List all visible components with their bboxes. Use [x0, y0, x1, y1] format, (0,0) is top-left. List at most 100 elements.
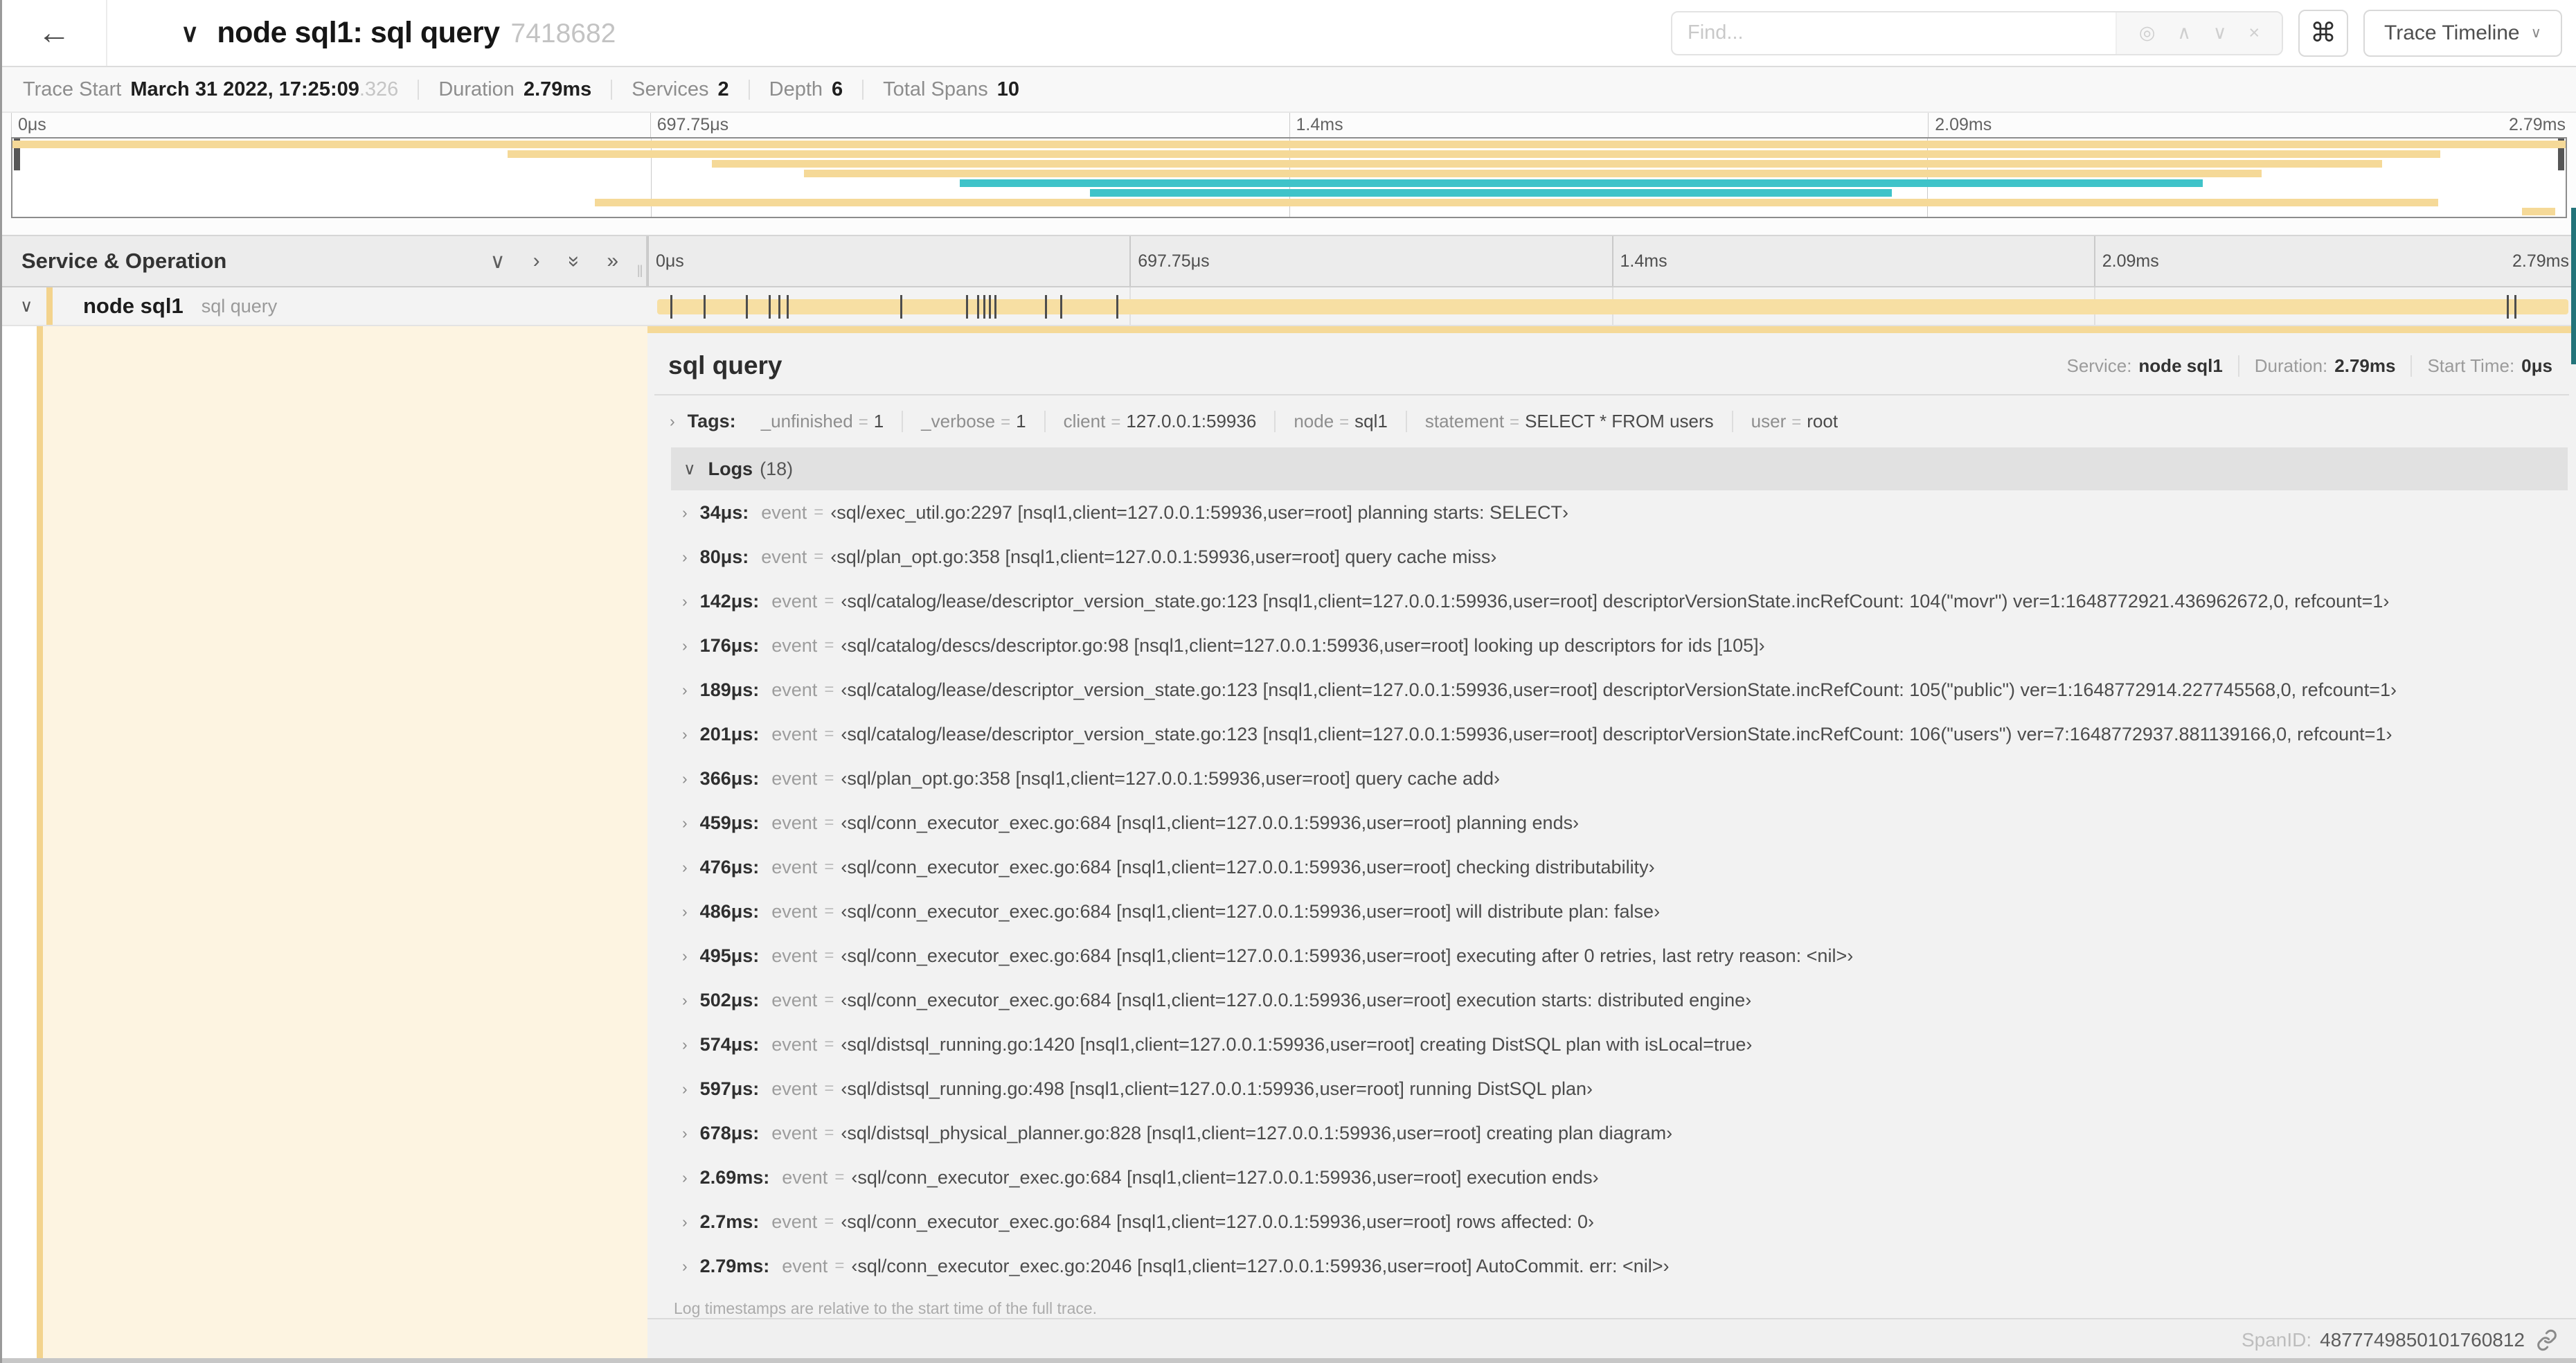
log-timestamp: 176μs: — [699, 634, 760, 656]
log-message: ‹sql/conn_executor_exec.go:684 [nsql1,cl… — [841, 812, 1580, 833]
log-timestamp: 476μs: — [699, 856, 760, 878]
chevron-right-icon: › — [682, 1212, 688, 1231]
trace-duration: Duration 2.79ms — [418, 79, 611, 100]
span-log-marker[interactable] — [1059, 295, 1062, 319]
tags-label: Tags: — [687, 411, 736, 431]
log-row[interactable]: › 502μs: event = ‹sql/conn_executor_exec… — [671, 978, 2568, 1022]
log-row[interactable]: › 574μs: event = ‹sql/distsql_running.go… — [671, 1022, 2568, 1067]
span-log-marker[interactable] — [965, 295, 968, 319]
minimap-span-bar — [959, 179, 2203, 187]
trace-timeline-page: ← ∨ node sql1: sql query 7418682 ◎ ∧ ∨ ×… — [0, 0, 2576, 1363]
span-log-marker[interactable] — [2514, 295, 2516, 319]
expand-all-icon[interactable]: » — [607, 249, 618, 274]
span-service-color-accent — [46, 287, 53, 325]
span-service-name: node sql1 — [83, 294, 184, 318]
chevron-right-icon: › — [682, 902, 688, 920]
log-row[interactable]: › 142μs: event = ‹sql/catalog/lease/desc… — [671, 579, 2568, 623]
timeline-header-row: Service & Operation ∨ › » » ‖ 2.79ms 0μs… — [2, 235, 2576, 287]
log-timestamp: 495μs: — [699, 945, 760, 966]
clear-find-icon[interactable]: × — [2248, 22, 2260, 44]
span-log-marker[interactable] — [900, 295, 902, 319]
span-collapse-icon[interactable]: ∨ — [20, 296, 38, 317]
span-detail-title: sql query — [668, 351, 782, 380]
tag-item: user = root — [1731, 411, 1856, 432]
minimap-span-bar — [12, 141, 2566, 148]
log-timestamp: 142μs: — [699, 590, 760, 612]
log-timestamp: 34μs: — [699, 501, 749, 523]
expand-one-icon[interactable]: › — [533, 249, 540, 274]
span-log-marker[interactable] — [977, 295, 980, 319]
chevron-right-icon: › — [682, 1035, 688, 1053]
span-detail-row: sql query Service: node sql1 Duration: 2.7… — [2, 326, 2576, 1358]
span-log-marker[interactable] — [1044, 295, 1047, 319]
log-timestamp: 574μs: — [699, 1033, 760, 1055]
log-field-name: event — [771, 1033, 818, 1055]
log-row[interactable]: › 678μs: event = ‹sql/distsql_physical_p… — [671, 1111, 2568, 1155]
trace-view-select[interactable]: Trace Timeline ∨ — [2363, 9, 2562, 57]
tags-row[interactable]: › Tags: _unfinished = 1 _verbose = 1 cli… — [647, 395, 2576, 446]
span-log-marker[interactable] — [786, 295, 789, 319]
keyboard-shortcuts-button[interactable]: ⌘ — [2298, 9, 2348, 57]
span-log-marker[interactable] — [670, 295, 673, 319]
span-log-marker[interactable] — [2506, 295, 2509, 319]
log-row[interactable]: › 34μs: event = ‹sql/exec_util.go:2297 [… — [671, 490, 2568, 535]
span-log-marker[interactable] — [994, 295, 997, 319]
log-message: ‹sql/catalog/descs/descriptor.go:98 [nsq… — [841, 634, 1765, 656]
chevron-right-icon: › — [682, 946, 688, 965]
back-button[interactable]: ← — [2, 0, 107, 66]
log-field-name: event — [771, 634, 818, 656]
trace-start: Trace Start March 31 2022, 17:25:09.326 — [23, 78, 399, 100]
log-row[interactable]: › 459μs: event = ‹sql/conn_executor_exec… — [671, 801, 2568, 845]
log-row[interactable]: › 2.79ms: event = ‹sql/conn_executor_exe… — [671, 1244, 2568, 1288]
log-message: ‹sql/catalog/lease/descriptor_version_st… — [841, 590, 2390, 612]
log-row[interactable]: › 176μs: event = ‹sql/catalog/descs/desc… — [671, 623, 2568, 668]
span-log-marker[interactable] — [769, 295, 771, 319]
span-log-marker[interactable] — [1116, 295, 1118, 319]
log-row[interactable]: › 2.69ms: event = ‹sql/conn_executor_exe… — [671, 1155, 2568, 1200]
logs-section: ∨ Logs (18) › 34μs: event = ‹sql/exec_ut… — [671, 447, 2568, 1318]
span-log-marker[interactable] — [746, 295, 749, 319]
trace-view-label: Trace Timeline — [2384, 21, 2520, 44]
log-row[interactable]: › 597μs: event = ‹sql/distsql_running.go… — [671, 1067, 2568, 1111]
span-log-marker[interactable] — [778, 295, 781, 319]
log-field-name: event — [761, 546, 807, 567]
span-log-marker[interactable] — [983, 295, 985, 319]
span-row-timeline-cell[interactable] — [647, 287, 2576, 325]
next-match-icon[interactable]: ∨ — [2213, 22, 2227, 44]
span-row[interactable]: ∨ node sql1 sql query — [2, 287, 2576, 326]
find-input[interactable] — [1672, 12, 2116, 54]
log-row[interactable]: › 2.7ms: event = ‹sql/conn_executor_exec… — [671, 1200, 2568, 1244]
log-message: ‹sql/conn_executor_exec.go:684 [nsql1,cl… — [841, 1211, 1595, 1232]
span-id-bar: SpanID: 4877749850101760812 — [647, 1318, 2576, 1358]
log-row[interactable]: › 486μs: event = ‹sql/conn_executor_exec… — [671, 889, 2568, 934]
log-row[interactable]: › 495μs: event = ‹sql/conn_executor_exec… — [671, 934, 2568, 978]
chevron-right-icon: › — [682, 1256, 688, 1275]
log-message: ‹sql/distsql_running.go:1420 [nsql1,clie… — [841, 1033, 1753, 1055]
deep-link-icon[interactable] — [2536, 1329, 2558, 1351]
log-message: ‹sql/exec_util.go:2297 [nsql1,client=127… — [830, 501, 1568, 523]
log-row[interactable]: › 476μs: event = ‹sql/conn_executor_exec… — [671, 845, 2568, 889]
scrollbar-thumb[interactable] — [2571, 208, 2576, 364]
collapse-trace-header-icon[interactable]: ∨ — [181, 19, 199, 48]
span-log-marker[interactable] — [703, 295, 706, 319]
log-row[interactable]: › 80μs: event = ‹sql/plan_opt.go:358 [ns… — [671, 535, 2568, 579]
log-row[interactable]: › 366μs: event = ‹sql/plan_opt.go:358 [n… — [671, 756, 2568, 801]
log-timestamp: 678μs: — [699, 1122, 760, 1143]
log-row[interactable]: › 189μs: event = ‹sql/catalog/lease/desc… — [671, 668, 2568, 712]
collapse-all-icon[interactable]: » — [561, 256, 585, 267]
minimap-time-tick: 0μs — [11, 113, 46, 137]
minimap-span-bar — [1089, 189, 1892, 197]
column-resizer-handle[interactable]: ‖ — [636, 262, 643, 282]
trace-services: Services 2 — [611, 79, 748, 100]
focus-match-icon[interactable]: ◎ — [2139, 22, 2156, 44]
prev-match-icon[interactable]: ∧ — [2177, 22, 2191, 44]
log-timestamp: 189μs: — [699, 679, 760, 700]
span-log-marker[interactable] — [988, 295, 991, 319]
log-row[interactable]: › 201μs: event = ‹sql/catalog/lease/desc… — [671, 712, 2568, 756]
ruler-tick-last: 2.79ms — [2512, 251, 2569, 271]
span-duration-bar[interactable] — [656, 299, 2568, 314]
span-meta-item: Service: node sql1 — [2066, 355, 2223, 376]
logs-header[interactable]: ∨ Logs (18) — [671, 447, 2568, 490]
collapse-one-icon[interactable]: ∨ — [490, 249, 506, 274]
minimap-canvas[interactable] — [11, 137, 2567, 218]
